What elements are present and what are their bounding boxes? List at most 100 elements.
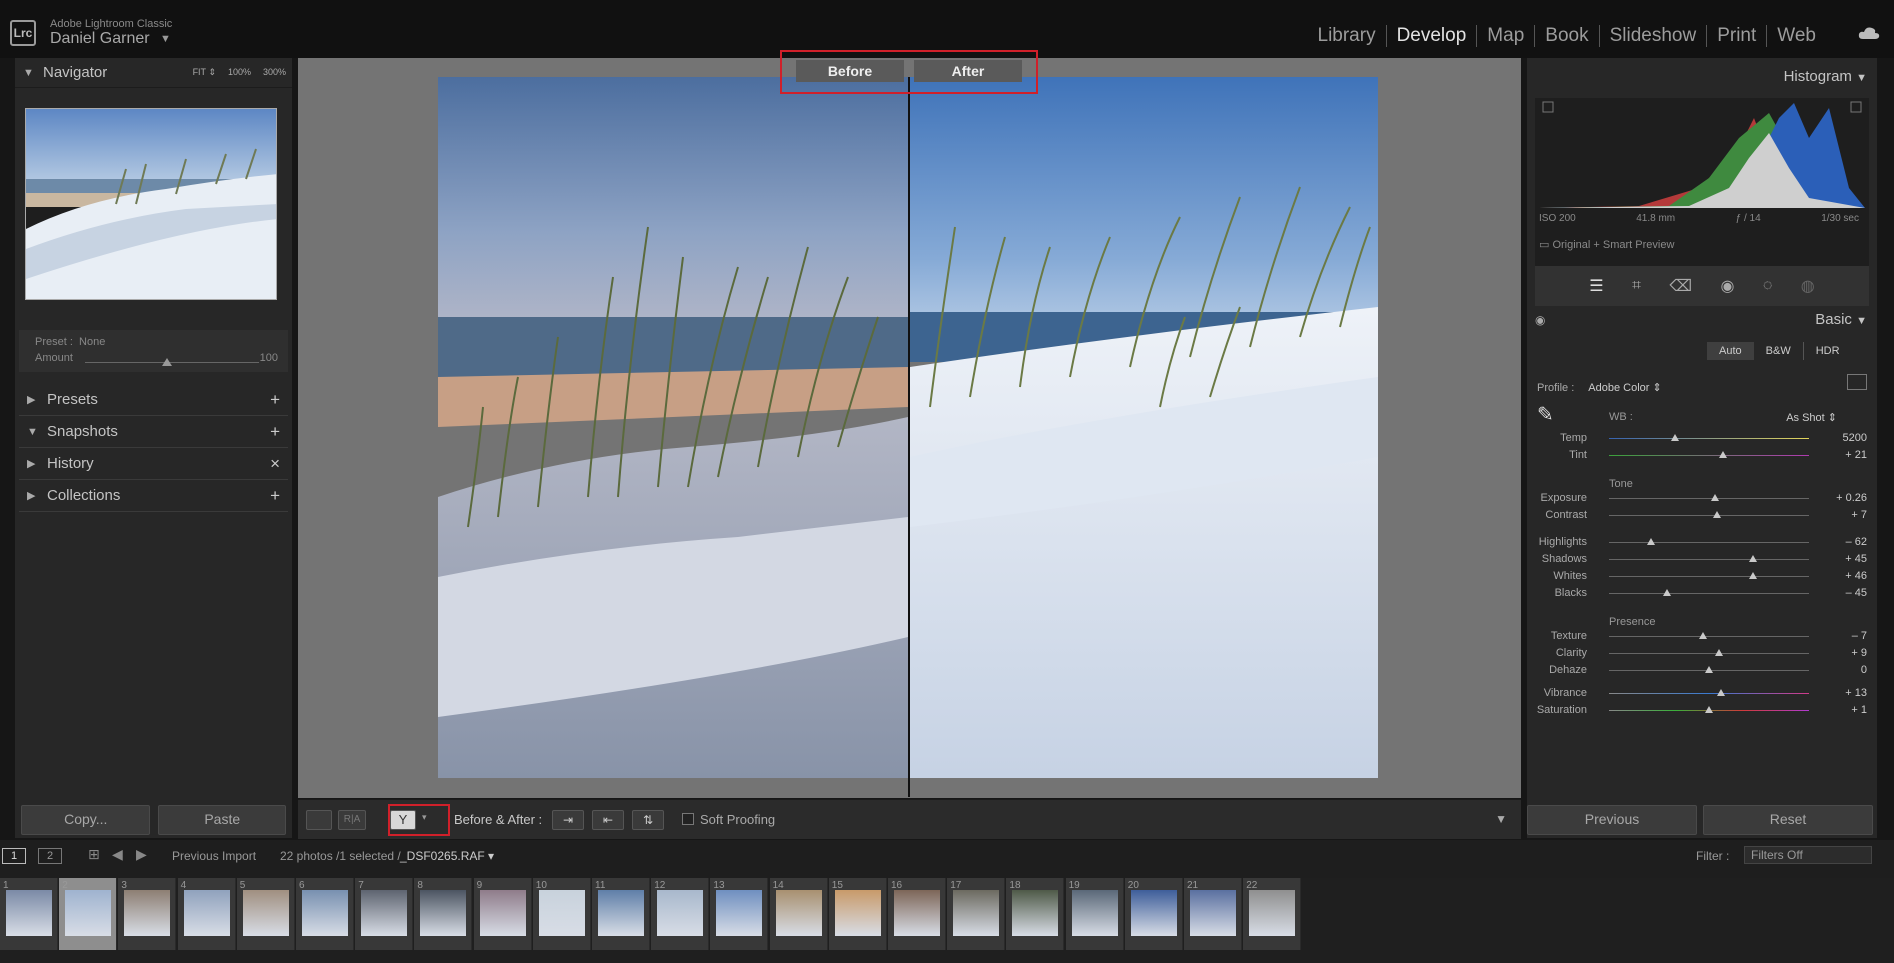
- bw-button[interactable]: B&W: [1754, 342, 1803, 360]
- expand-triangle-icon[interactable]: ▶: [27, 393, 37, 406]
- masking-icon[interactable]: ◌: [1763, 277, 1773, 295]
- loupe-view-icon[interactable]: [306, 810, 332, 830]
- slider-track[interactable]: [1609, 593, 1809, 594]
- user-name[interactable]: Daniel Garner: [50, 30, 150, 48]
- slider-track[interactable]: [1609, 653, 1809, 654]
- filmstrip-thumbnail[interactable]: 12: [651, 878, 710, 950]
- clarity-slider[interactable]: Clarity + 9: [1527, 645, 1877, 663]
- saturation-slider[interactable]: Saturation + 1: [1527, 702, 1877, 720]
- filmstrip-thumbnail[interactable]: 10: [532, 878, 591, 950]
- amount-slider-track[interactable]: [85, 362, 259, 363]
- collections-header[interactable]: ▶ Collections +: [19, 480, 288, 512]
- filmstrip-thumbnail[interactable]: 16: [888, 878, 946, 950]
- filmstrip-thumbnail[interactable]: 11: [592, 878, 650, 950]
- filmstrip-thumbnail[interactable]: 15: [828, 878, 887, 950]
- slider-track[interactable]: [1609, 559, 1809, 560]
- visibility-eye-icon[interactable]: ◉: [1535, 313, 1545, 327]
- shadows-slider[interactable]: Shadows + 45: [1527, 551, 1877, 569]
- filmstrip-thumbnail[interactable]: 9: [473, 878, 532, 950]
- selected-file[interactable]: _DSF0265.RAF ▾: [400, 849, 494, 863]
- brush-icon[interactable]: ◍: [1801, 276, 1815, 296]
- copy-after-to-before-icon[interactable]: ⇥: [552, 810, 584, 830]
- crop-icon[interactable]: ⌗: [1632, 277, 1641, 295]
- history-header[interactable]: ▶ History ×: [19, 448, 288, 480]
- red-eye-icon[interactable]: ◉: [1720, 276, 1734, 296]
- slider-value[interactable]: + 1: [1827, 704, 1867, 716]
- soft-proofing-checkbox[interactable]: [682, 813, 694, 825]
- amount-slider-thumb[interactable]: [161, 358, 172, 366]
- swap-settings-icon[interactable]: ⇅: [632, 810, 664, 830]
- add-snapshot-icon[interactable]: +: [270, 422, 280, 442]
- slider-value[interactable]: + 21: [1827, 449, 1867, 461]
- source-label[interactable]: Previous Import: [172, 849, 256, 863]
- slider-value[interactable]: – 7: [1827, 630, 1867, 642]
- collapse-triangle-icon[interactable]: ▼: [1856, 72, 1867, 84]
- user-caret-icon[interactable]: ▼: [160, 33, 171, 45]
- paste-button[interactable]: Paste: [158, 805, 286, 835]
- blacks-slider[interactable]: Blacks – 45: [1527, 585, 1877, 603]
- cloud-icon[interactable]: [1858, 26, 1880, 40]
- filmstrip-thumbnail[interactable]: 22: [1243, 878, 1302, 950]
- slider-knob[interactable]: [1715, 649, 1723, 656]
- slider-track[interactable]: [1609, 693, 1809, 694]
- slider-track[interactable]: [1609, 438, 1809, 439]
- slider-knob[interactable]: [1749, 555, 1757, 562]
- slider-knob[interactable]: [1663, 589, 1671, 596]
- temp-slider[interactable]: Temp 5200: [1527, 430, 1877, 448]
- filmstrip-thumbnail[interactable]: 1: [0, 878, 58, 950]
- slider-track[interactable]: [1609, 515, 1809, 516]
- auto-button[interactable]: Auto: [1707, 342, 1754, 360]
- forward-arrow-icon[interactable]: ▶: [136, 846, 147, 863]
- reference-view-icon[interactable]: R|A: [338, 810, 366, 830]
- navigator-preview[interactable]: [25, 108, 277, 300]
- slider-value[interactable]: – 62: [1827, 536, 1867, 548]
- slider-track[interactable]: [1609, 576, 1809, 577]
- slider-value[interactable]: + 0.26: [1827, 492, 1867, 504]
- zoom-300[interactable]: 300%: [263, 67, 286, 78]
- module-map[interactable]: Map: [1477, 25, 1536, 47]
- module-web[interactable]: Web: [1767, 25, 1826, 47]
- filmstrip-thumbnail[interactable]: 20: [1124, 878, 1183, 950]
- collapse-triangle-icon[interactable]: ▼: [27, 426, 38, 438]
- filmstrip-thumbnail[interactable]: 2: [59, 878, 118, 950]
- filmstrip-thumbnail[interactable]: 5: [236, 878, 295, 950]
- filmstrip-thumbnail[interactable]: 7: [355, 878, 414, 950]
- basic-header[interactable]: ◉ Basic ▼: [1527, 311, 1877, 333]
- zoom-fit[interactable]: FIT ⇕: [193, 67, 216, 78]
- reset-button[interactable]: Reset: [1703, 805, 1873, 835]
- slider-value[interactable]: + 7: [1827, 509, 1867, 521]
- snapshots-header[interactable]: ▼ Snapshots +: [19, 416, 288, 448]
- presets-header[interactable]: ▶ Presets +: [19, 384, 288, 416]
- filmstrip-thumbnail[interactable]: 21: [1184, 878, 1242, 950]
- slider-track[interactable]: [1609, 498, 1809, 499]
- white-balance-picker-icon[interactable]: ✎: [1537, 402, 1567, 432]
- before-image[interactable]: [438, 77, 908, 778]
- slider-track[interactable]: [1609, 455, 1809, 456]
- back-arrow-icon[interactable]: ◀: [112, 846, 123, 863]
- contrast-slider[interactable]: Contrast + 7: [1527, 507, 1877, 525]
- filmstrip-thumbnail[interactable]: 6: [296, 878, 354, 950]
- slider-track[interactable]: [1609, 542, 1809, 543]
- slider-value[interactable]: + 13: [1827, 687, 1867, 699]
- add-preset-icon[interactable]: +: [270, 390, 280, 410]
- copy-before-to-after-icon[interactable]: ⇤: [592, 810, 624, 830]
- module-book[interactable]: Book: [1535, 25, 1600, 47]
- slider-knob[interactable]: [1749, 572, 1757, 579]
- edit-sliders-icon[interactable]: ☰: [1589, 276, 1603, 296]
- healing-icon[interactable]: ⌫: [1669, 276, 1692, 296]
- slider-knob[interactable]: [1671, 434, 1679, 441]
- hdr-button[interactable]: HDR: [1802, 342, 1852, 360]
- vibrance-slider[interactable]: Vibrance + 13: [1527, 685, 1877, 703]
- dehaze-slider[interactable]: Dehaze 0: [1527, 662, 1877, 680]
- previous-button[interactable]: Previous: [1527, 805, 1697, 835]
- module-slideshow[interactable]: Slideshow: [1600, 25, 1708, 47]
- screen-1-button[interactable]: 1: [2, 848, 26, 864]
- profile-browser-icon[interactable]: [1847, 374, 1867, 390]
- filmstrip-thumbnail[interactable]: 18: [1006, 878, 1065, 950]
- slider-track[interactable]: [1609, 636, 1809, 637]
- slider-knob[interactable]: [1705, 666, 1713, 673]
- navigator-header[interactable]: ▼ Navigator FIT ⇕ 100% 300%: [15, 58, 292, 88]
- slider-knob[interactable]: [1711, 494, 1719, 501]
- toolbar-menu-icon[interactable]: ▼: [1495, 812, 1507, 826]
- filmstrip-thumbnail[interactable]: 8: [414, 878, 473, 950]
